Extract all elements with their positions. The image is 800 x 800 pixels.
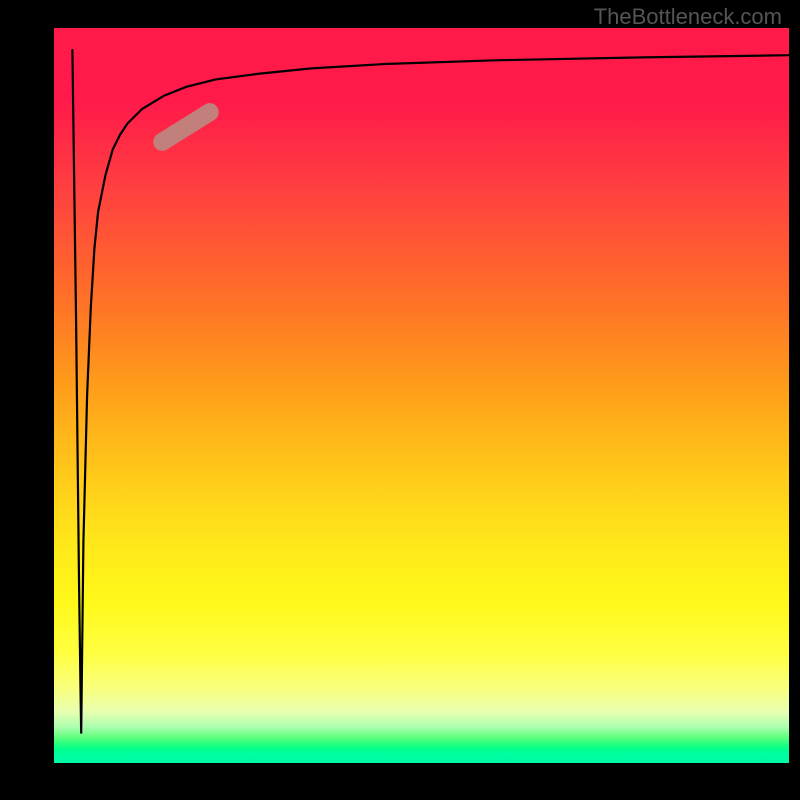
- chart-plot-area: [54, 28, 789, 763]
- watermark-text: TheBottleneck.com: [594, 4, 782, 30]
